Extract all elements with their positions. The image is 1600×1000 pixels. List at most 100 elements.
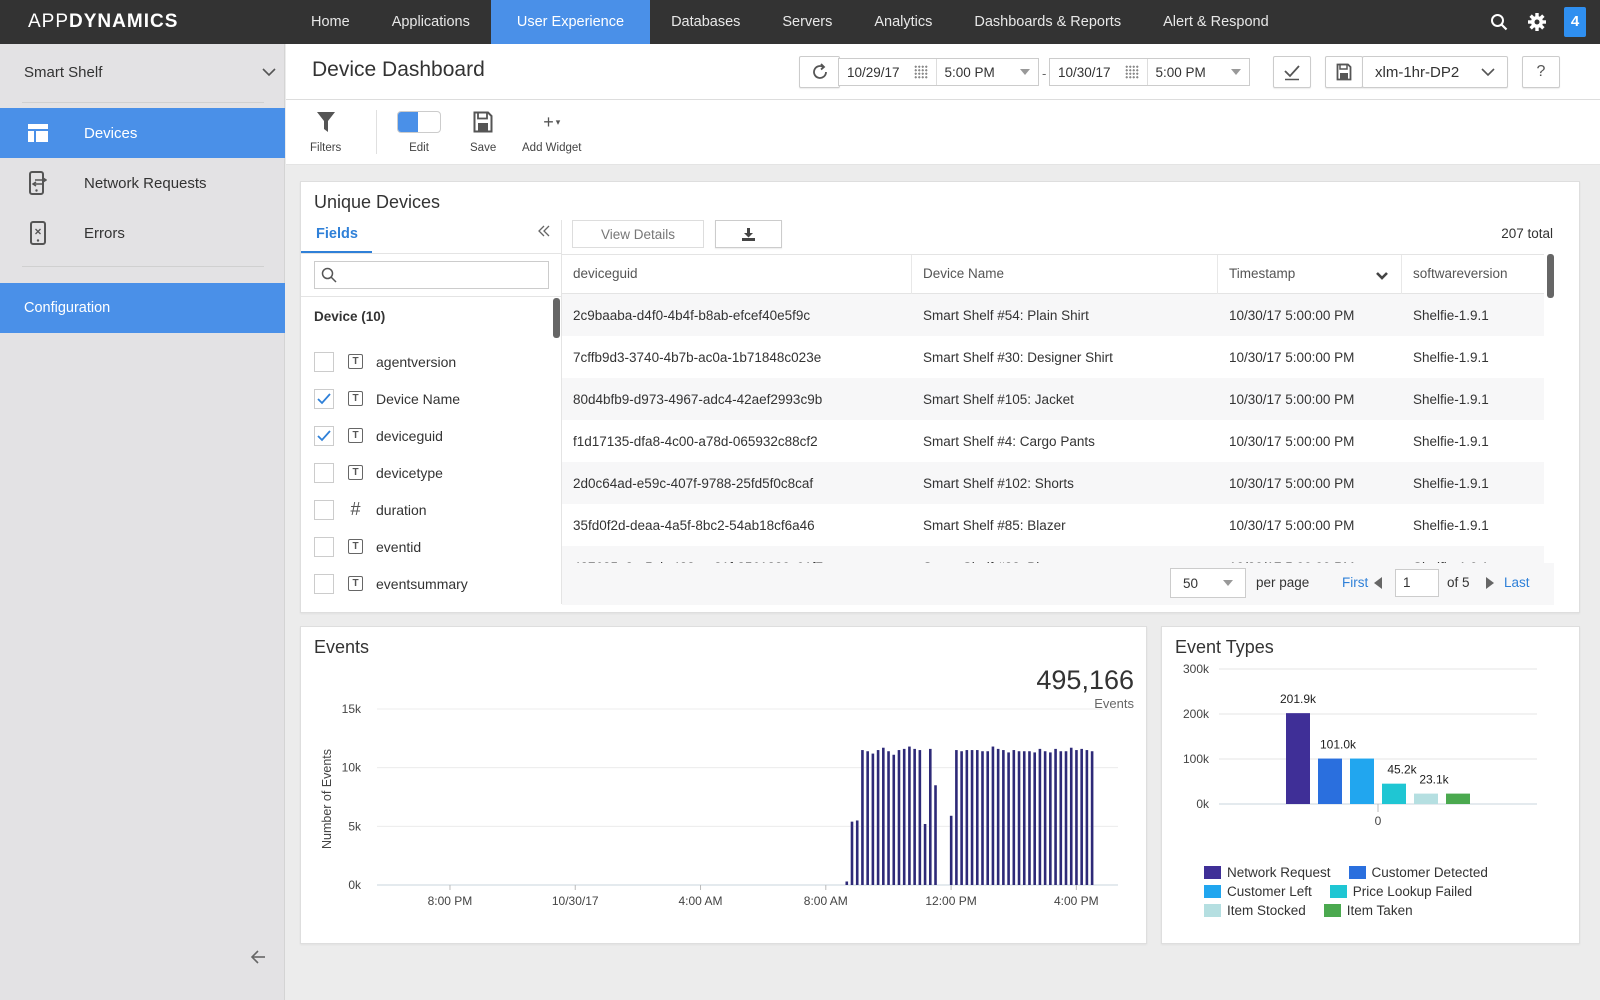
event-bar[interactable] <box>949 815 953 885</box>
table-row[interactable]: 2d0c64ad-e59c-407f-9788-25fd5f0c8caf Smar… <box>562 462 1544 504</box>
last-page-link[interactable]: Last <box>1504 575 1530 590</box>
field-checkbox[interactable] <box>314 573 334 594</box>
table-row[interactable]: 80d4bfb9-d973-4967-adc4-42aef2993c9b Smar… <box>562 378 1544 420</box>
event-bar[interactable] <box>882 747 885 885</box>
event-bar[interactable] <box>1017 751 1021 885</box>
save-dashboard-button[interactable]: Save <box>470 108 496 154</box>
previous-page-icon[interactable] <box>1374 577 1382 589</box>
gear-icon[interactable] <box>1526 11 1548 33</box>
event-bar[interactable] <box>1075 750 1078 885</box>
add-widget-button[interactable]: + ▾ Add Widget <box>522 108 581 155</box>
per-page-select[interactable]: 50 <box>1170 568 1246 598</box>
field-checkbox[interactable] <box>314 351 334 372</box>
end-date-input[interactable]: 10/30/17 <box>1050 59 1147 85</box>
sidebar-item-errors[interactable]: Errors <box>0 208 285 258</box>
event-bar[interactable] <box>913 748 916 885</box>
nav-item-dashboards-reports[interactable]: Dashboards & Reports <box>953 0 1142 44</box>
legend-item[interactable]: Network Request <box>1204 865 1331 880</box>
edit-mode-switch[interactable] <box>397 111 441 133</box>
field-search-input[interactable] <box>341 263 541 287</box>
view-details-button[interactable]: View Details <box>572 220 704 248</box>
calendar-icon[interactable] <box>913 65 928 79</box>
help-button[interactable]: ? <box>1522 56 1560 88</box>
event-bar[interactable] <box>991 746 995 885</box>
event-bar[interactable] <box>1080 748 1083 885</box>
column-header-softwareversion[interactable]: softwareversion <box>1402 255 1544 295</box>
event-bar[interactable] <box>928 748 932 885</box>
table-row[interactable]: f1d17135-dfa8-4c00-a78d-065932c88cf2 Smar… <box>562 420 1544 462</box>
event-type-bar[interactable] <box>1414 793 1438 804</box>
event-bar[interactable] <box>955 750 958 885</box>
event-bar[interactable] <box>1054 748 1057 885</box>
download-button[interactable] <box>715 220 782 248</box>
tab-fields[interactable]: Fields <box>301 220 372 254</box>
nav-item-analytics[interactable]: Analytics <box>853 0 953 44</box>
appdynamics-logo[interactable]: APPDYNAMICS <box>28 11 178 33</box>
next-page-icon[interactable] <box>1486 577 1494 589</box>
notification-badge[interactable]: 4 <box>1564 7 1586 37</box>
legend-item[interactable]: Price Lookup Failed <box>1329 884 1472 899</box>
field-checkbox[interactable] <box>314 536 334 557</box>
event-bar[interactable] <box>918 750 922 885</box>
field-checkbox[interactable] <box>314 388 334 409</box>
event-bar[interactable] <box>1033 752 1036 885</box>
event-bar[interactable] <box>986 751 990 885</box>
field-item[interactable]: Tagentversion <box>314 343 544 380</box>
field-checkbox[interactable] <box>314 499 334 520</box>
field-checkbox[interactable] <box>314 425 334 446</box>
event-type-bar[interactable] <box>1350 758 1374 804</box>
event-type-bar[interactable] <box>1446 793 1470 804</box>
event-bar[interactable] <box>981 751 984 885</box>
start-time-select[interactable]: 5:00 PM <box>935 59 1038 85</box>
event-type-bar[interactable] <box>1286 713 1310 804</box>
field-checkbox[interactable] <box>314 462 334 483</box>
time-range-select[interactable]: xlm-1hr-DP2 <box>1362 56 1508 88</box>
event-bar[interactable] <box>1043 751 1047 885</box>
event-bar[interactable] <box>1012 750 1016 885</box>
event-bar[interactable] <box>887 751 890 885</box>
event-bar[interactable] <box>1090 751 1094 885</box>
event-type-bar[interactable] <box>1382 783 1406 804</box>
legend-item[interactable]: Customer Detected <box>1348 865 1488 880</box>
event-bar[interactable] <box>1028 751 1031 885</box>
event-bar[interactable] <box>892 754 896 885</box>
column-header-device-name[interactable]: Device Name <box>912 255 1218 295</box>
nav-item-user-experience[interactable]: User Experience <box>490 0 651 44</box>
table-row[interactable]: 2c9baaba-d4f0-4b4f-b8ab-efcef40e5f9c Smar… <box>562 294 1544 336</box>
sort-descending-icon[interactable] <box>1375 271 1389 281</box>
arrow-left-icon[interactable] <box>250 948 266 969</box>
start-date-input[interactable]: 10/29/17 <box>839 59 936 85</box>
page-number-input[interactable]: 1 <box>1395 569 1439 597</box>
filters-button[interactable]: Filters <box>310 108 341 154</box>
event-bar[interactable] <box>908 746 911 885</box>
event-bar[interactable] <box>1059 751 1063 885</box>
sidebar-item-configuration[interactable]: Configuration <box>0 283 285 333</box>
field-item[interactable]: Tdeviceguid <box>314 417 544 454</box>
application-selector[interactable]: Smart Shelf <box>24 60 276 84</box>
nav-item-home[interactable]: Home <box>290 0 371 44</box>
event-bar[interactable] <box>902 748 906 885</box>
field-item[interactable]: # duration <box>314 491 544 528</box>
nav-item-servers[interactable]: Servers <box>761 0 853 44</box>
event-bar[interactable] <box>970 750 974 885</box>
table-scrollbar[interactable] <box>1547 254 1554 298</box>
event-bar[interactable] <box>1022 751 1026 885</box>
sidebar-item-network-requests[interactable]: Network Requests <box>0 158 285 208</box>
nav-item-databases[interactable]: Databases <box>650 0 761 44</box>
search-icon[interactable] <box>1488 11 1510 33</box>
event-bar[interactable] <box>866 751 869 885</box>
event-bar[interactable] <box>1007 752 1010 885</box>
event-bar[interactable] <box>923 823 927 885</box>
column-header-timestamp[interactable]: Timestamp <box>1218 255 1402 295</box>
table-row[interactable]: 35fd0f2d-deaa-4a5f-8bc2-54ab18cf6a46 Smar… <box>562 504 1544 546</box>
legend-item[interactable]: Item Taken <box>1323 903 1413 918</box>
event-bar[interactable] <box>876 750 880 885</box>
event-bar[interactable] <box>845 881 849 885</box>
column-header-deviceguid[interactable]: deviceguid <box>562 255 912 295</box>
event-bar[interactable] <box>1064 751 1068 885</box>
field-item[interactable]: Teventid <box>314 528 544 565</box>
event-bar[interactable] <box>996 748 1000 885</box>
event-type-bar[interactable] <box>1318 758 1342 804</box>
nav-item-alert-respond[interactable]: Alert & Respond <box>1142 0 1290 44</box>
event-bar[interactable] <box>1038 748 1042 885</box>
